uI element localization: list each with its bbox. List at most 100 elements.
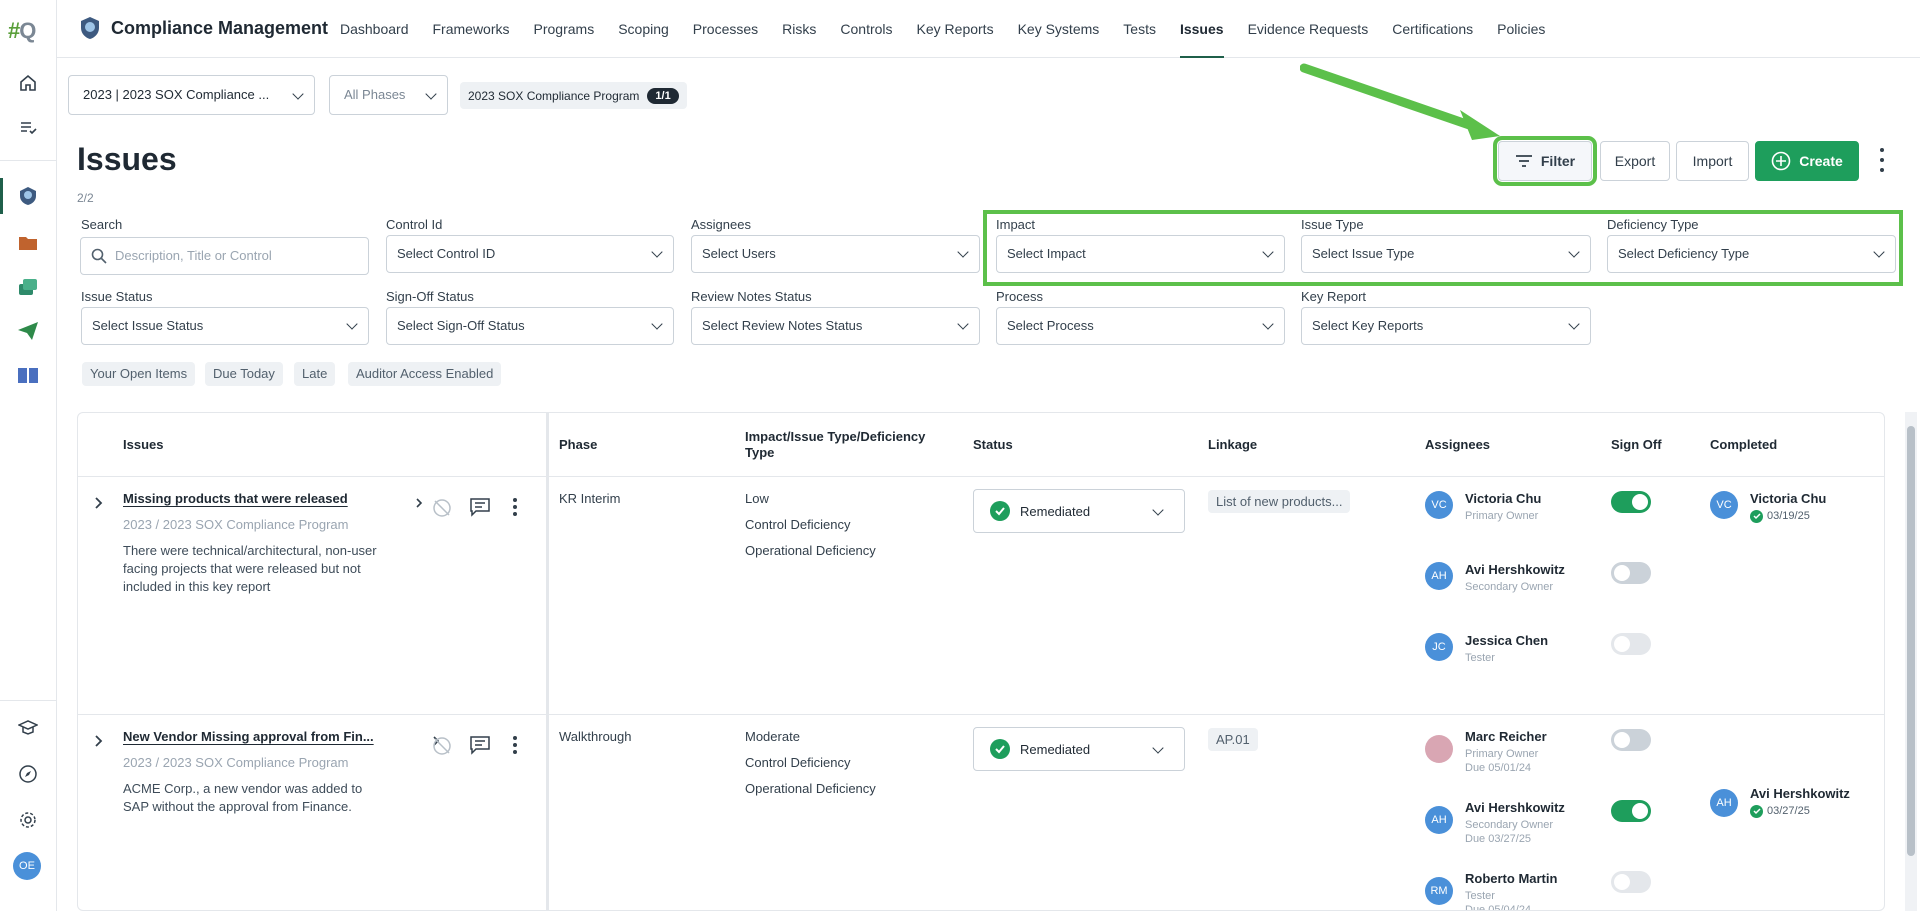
home-icon[interactable] [14,69,42,97]
chevron-right-icon[interactable] [408,492,430,514]
comments-icon[interactable] [469,734,491,756]
quick-filter-auditor-access[interactable]: Auditor Access Enabled [348,362,502,386]
app-logo[interactable]: #Q [8,18,36,44]
col-linkage[interactable]: Linkage [1208,413,1257,477]
check-circle-icon [990,501,1010,521]
learning-cap-icon[interactable] [14,714,42,742]
col-status[interactable]: Status [973,413,1013,477]
signoff-toggle[interactable] [1611,562,1651,584]
nav-tab-scoping[interactable]: Scoping [606,0,681,58]
assignee-role: Secondary Owner [1465,819,1554,831]
key-report-select[interactable]: Select Key Reports [1301,307,1591,345]
program-chip[interactable]: 2023 SOX Compliance Program 1/1 [460,82,687,109]
visibility-off-icon[interactable] [431,735,453,757]
assignee-role: Primary Owner [1465,748,1539,760]
dollar-stack-icon[interactable] [14,273,42,301]
compliance-badge-icon[interactable] [14,182,42,210]
nav-tab-issues[interactable]: Issues [1168,0,1236,58]
create-button[interactable]: Create [1755,141,1859,181]
signoff-toggle[interactable] [1611,633,1651,655]
issue-status-label: Issue Status [81,289,153,304]
more-options-icon[interactable] [1878,148,1886,172]
nav-tab-frameworks[interactable]: Frameworks [421,0,522,58]
nav-tab-tests[interactable]: Tests [1111,0,1168,58]
review-notes-select[interactable]: Select Review Notes Status [691,307,980,345]
row-more-icon[interactable] [504,734,526,756]
nav-tab-evidence-requests[interactable]: Evidence Requests [1236,0,1381,58]
signoff-toggle[interactable] [1611,729,1651,751]
export-button[interactable]: Export [1600,141,1670,181]
assignee-name: Victoria Chu [1465,491,1542,506]
table-scrollbar[interactable] [1905,412,1917,911]
nav-tab-certifications[interactable]: Certifications [1380,0,1485,58]
control-id-select[interactable]: Select Control ID [386,235,674,273]
settings-gear-icon[interactable] [14,806,42,834]
issues-table: Issues Phase Impact/Issue Type/Deficienc… [77,412,1885,911]
status-select[interactable]: Remediated [973,489,1185,533]
nav-tab-dashboard[interactable]: Dashboard [328,0,421,58]
nav-tab-policies[interactable]: Policies [1485,0,1557,58]
issue-status-select[interactable]: Select Issue Status [81,307,369,345]
visibility-off-icon[interactable] [431,497,453,519]
linkage-chip[interactable]: AP.01 [1208,728,1258,751]
chevron-down-icon [1873,246,1885,258]
nav-tab-controls[interactable]: Controls [828,0,904,58]
import-button[interactable]: Import [1676,141,1749,181]
deficiency-type-select[interactable]: Select Deficiency Type [1607,235,1896,273]
control-id-label: Control Id [386,217,443,232]
issue-count: 2/2 [77,191,94,205]
tasks-list-icon[interactable] [14,113,42,141]
signoff-toggle[interactable] [1611,491,1651,513]
chevron-down-icon [1152,742,1164,754]
signoff-status-select[interactable]: Select Sign-Off Status [386,307,674,345]
nav-tab-risks[interactable]: Risks [770,0,828,58]
phase-select[interactable]: All Phases [329,75,448,115]
col-impact[interactable]: Impact/Issue Type/Deficiency Type [745,413,945,477]
annotation-arrow-icon [1300,63,1500,140]
expand-chevron-icon[interactable] [88,730,110,752]
issue-type-select[interactable]: Select Issue Type [1301,235,1591,273]
nav-tab-key-reports[interactable]: Key Reports [905,0,1006,58]
compass-icon[interactable] [14,760,42,788]
check-circle-icon [990,739,1010,759]
col-issues[interactable]: Issues [123,413,163,477]
quick-filter-due-today[interactable]: Due Today [205,362,283,386]
user-avatar[interactable]: OE [13,852,41,880]
expand-chevron-icon[interactable] [88,492,110,514]
brand: Compliance Management [79,16,328,40]
linkage-chip[interactable]: List of new products... [1208,490,1351,513]
deficiency-type-value: Operational Deficiency [745,781,876,796]
col-assignees[interactable]: Assignees [1425,413,1490,477]
col-signoff[interactable]: Sign Off [1611,413,1662,477]
issue-title-link[interactable]: Missing products that were released [123,491,348,506]
process-select[interactable]: Select Process [996,307,1285,345]
program-select[interactable]: 2023 | 2023 SOX Compliance ... [68,75,315,115]
col-completed[interactable]: Completed [1710,413,1777,477]
impact-select[interactable]: Select Impact [996,235,1285,273]
filter-lines-icon [1515,155,1532,167]
signoff-toggle[interactable] [1611,800,1651,822]
signoff-toggle[interactable] [1611,871,1651,893]
nav-tab-programs[interactable]: Programs [522,0,607,58]
quick-filter-late[interactable]: Late [294,362,336,386]
quick-filter-open-items[interactable]: Your Open Items [82,362,196,386]
compliance-shield-icon [81,17,99,39]
col-phase[interactable]: Phase [559,413,597,477]
folder-icon[interactable] [14,229,42,257]
status-select[interactable]: Remediated [973,727,1185,771]
paper-plane-icon[interactable] [14,317,42,345]
search-label: Search [81,217,123,232]
filter-button[interactable]: Filter [1493,136,1597,186]
phase-value: KR Interim [559,491,621,506]
assignees-select[interactable]: Select Users [691,235,980,273]
nav-tab-key-systems[interactable]: Key Systems [1006,0,1112,58]
row-more-icon[interactable] [504,496,526,518]
issue-title-link[interactable]: New Vendor Missing approval from Fin... [123,729,374,744]
nav-tab-processes[interactable]: Processes [681,0,770,58]
app-title: Compliance Management [111,17,329,38]
search-input[interactable]: Description, Title or Control [80,237,369,275]
scrollbar-thumb[interactable] [1907,426,1915,856]
row-divider [78,714,1884,715]
comments-icon[interactable] [469,496,491,518]
book-icon[interactable] [14,361,42,389]
